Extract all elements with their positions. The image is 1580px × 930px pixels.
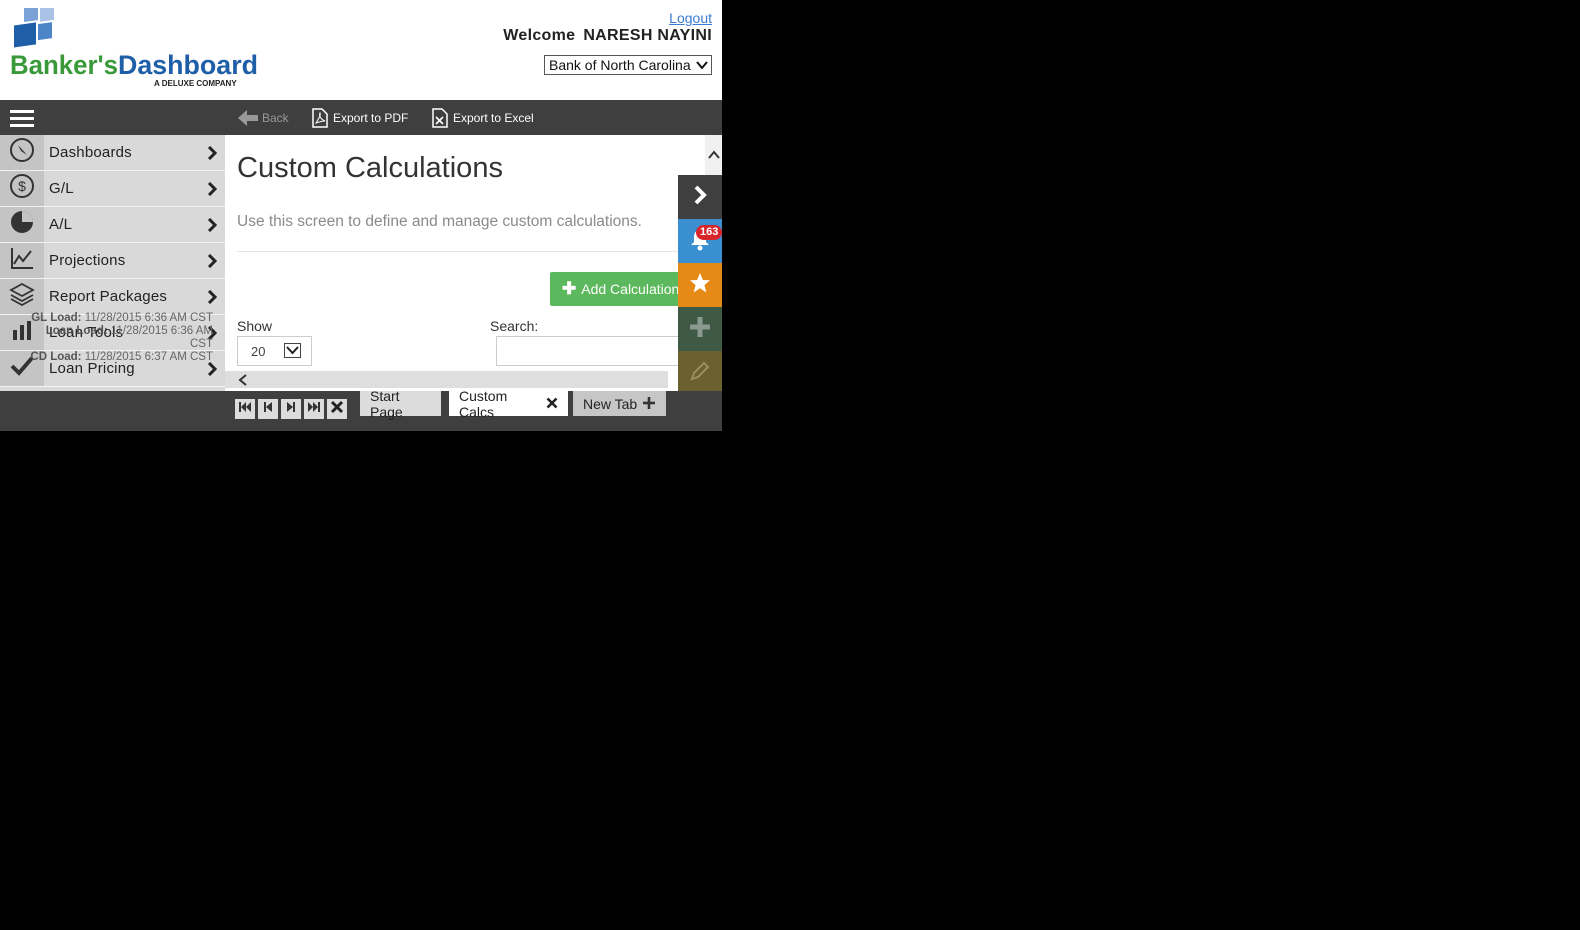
skip-first-icon (238, 400, 252, 418)
sidebar: Dashboards $ G/L A/L Projections Report … (0, 135, 225, 391)
sidebar-item-label: Report Packages (49, 288, 168, 305)
star-icon (688, 271, 712, 300)
add-widget-button[interactable] (678, 307, 722, 351)
sidebar-item-label: Projections (49, 252, 126, 269)
bankers-dashboard-logo[interactable]: Banker's Dashboard A DELUXE COMPANY (10, 3, 270, 92)
plus-icon (643, 396, 656, 412)
favorites-button[interactable] (678, 263, 722, 307)
skip-previous-icon (262, 400, 274, 418)
bank-select[interactable]: Bank of North Carolina (544, 55, 712, 75)
notification-count-badge: 163 (696, 225, 722, 240)
skip-next-icon (285, 400, 297, 418)
show-label: Show (237, 318, 273, 334)
logout-link[interactable]: Logout (669, 10, 712, 26)
sidebar-item-report-packages[interactable]: Report Packages (0, 279, 225, 315)
export-excel-label: Export to Excel (453, 111, 534, 125)
chevron-right-icon (207, 325, 218, 345)
bank-select-value: Bank of North Carolina (549, 57, 691, 73)
back-label: Back (262, 111, 289, 125)
welcome-label: Welcome (503, 27, 576, 44)
scroll-up-icon[interactable] (708, 148, 720, 166)
main-content: Custom Calculations Use this screen to d… (225, 135, 705, 391)
header: Banker's Dashboard A DELUXE COMPANY Logo… (0, 0, 722, 100)
scroll-left-icon[interactable] (237, 373, 249, 391)
check-icon (9, 353, 35, 384)
svg-text:Dashboard: Dashboard (118, 50, 258, 80)
export-pdf-button[interactable]: Export to PDF (311, 107, 408, 129)
sidebar-item-label: Loan Tools (49, 324, 124, 341)
sidebar-item-loan-tools[interactable]: Loan Tools (0, 315, 225, 351)
line-chart-icon (9, 245, 35, 276)
page-title: Custom Calculations (237, 152, 503, 184)
sidebar-item-loan-pricing[interactable]: Loan Pricing (0, 351, 225, 387)
chevron-right-icon (207, 217, 218, 237)
tab-label: Custom Calcs (459, 387, 508, 420)
svg-text:$: $ (18, 178, 26, 194)
sidebar-item-gl[interactable]: $ G/L (0, 171, 225, 207)
sidebar-item-label: G/L (49, 180, 74, 197)
next-tab-button[interactable] (281, 399, 301, 419)
chevron-down-icon (695, 57, 709, 77)
page-description: Use this screen to define and manage cus… (237, 213, 642, 230)
horizontal-scrollbar[interactable] (225, 371, 668, 388)
pdf-file-icon (312, 108, 328, 128)
sidebar-item-label: A/L (49, 216, 73, 233)
previous-tab-button[interactable] (258, 399, 278, 419)
tab-label: Start Page (370, 387, 403, 420)
pie-chart-icon (9, 209, 35, 240)
tab-custom-calcs[interactable]: Custom Calcs (449, 388, 568, 420)
excel-file-icon (432, 108, 448, 128)
chevron-right-icon (207, 253, 218, 273)
toolbar: Back Export to PDF Export to Excel (0, 100, 722, 135)
hamburger-menu-icon[interactable] (10, 110, 34, 128)
sidebar-item-label: Loan Pricing (49, 360, 135, 377)
export-pdf-label: Export to PDF (333, 111, 409, 125)
export-excel-button[interactable]: Export to Excel (431, 107, 534, 129)
add-calculation-label: Add Calculation (581, 281, 680, 297)
plus-icon (689, 316, 711, 343)
app-window: Banker's Dashboard A DELUXE COMPANY Logo… (0, 0, 722, 431)
chevron-right-icon (207, 361, 218, 381)
tab-label: New Tab (583, 395, 638, 412)
bottom-tab-bar: Start Page Custom Calcs New Tab (0, 388, 722, 431)
search-label: Search: (490, 318, 539, 334)
sidebar-item-dashboards[interactable]: Dashboards (0, 135, 225, 171)
page-size-select[interactable]: 20 (237, 336, 312, 366)
back-arrow-icon (238, 110, 258, 126)
svg-text:A DELUXE COMPANY: A DELUXE COMPANY (154, 79, 237, 88)
layers-icon (9, 281, 35, 312)
dollar-circle-icon: $ (9, 173, 35, 204)
divider (237, 251, 697, 252)
page-size-value: 20 (251, 344, 266, 359)
user-name: NARESH NAYINI (583, 27, 712, 44)
search-input[interactable] (496, 336, 696, 366)
pencil-icon (689, 360, 711, 387)
plus-icon: ✚ (562, 279, 577, 298)
close-all-tabs-button[interactable] (327, 399, 347, 419)
sidebar-item-projections[interactable]: Projections (0, 243, 225, 279)
back-button[interactable]: Back (238, 107, 289, 129)
sidebar-item-al[interactable]: A/L (0, 207, 225, 243)
last-tab-button[interactable] (304, 399, 324, 419)
close-icon (330, 400, 344, 419)
chevron-right-icon (693, 185, 707, 210)
tab-start-page[interactable]: Start Page (360, 388, 441, 420)
notifications-button[interactable]: 163 (678, 219, 722, 263)
chevron-right-icon (207, 181, 218, 201)
first-tab-button[interactable] (235, 399, 255, 419)
compass-icon (9, 137, 35, 168)
panel-toggle-button[interactable] (678, 175, 722, 219)
skip-last-icon (307, 400, 321, 418)
welcome-text: Welcome NARESH NAYINI (503, 27, 712, 45)
chevron-right-icon (207, 145, 218, 165)
tab-new-tab[interactable]: New Tab (573, 391, 666, 416)
close-tab-icon[interactable] (546, 396, 558, 412)
bar-chart-icon (9, 317, 35, 348)
edit-button[interactable] (678, 351, 722, 395)
chevron-right-icon (207, 289, 218, 309)
chevron-down-icon (284, 343, 301, 358)
sidebar-item-label: Dashboards (49, 144, 132, 161)
svg-text:Banker's: Banker's (10, 50, 118, 80)
right-action-panel: 163 (678, 175, 722, 395)
